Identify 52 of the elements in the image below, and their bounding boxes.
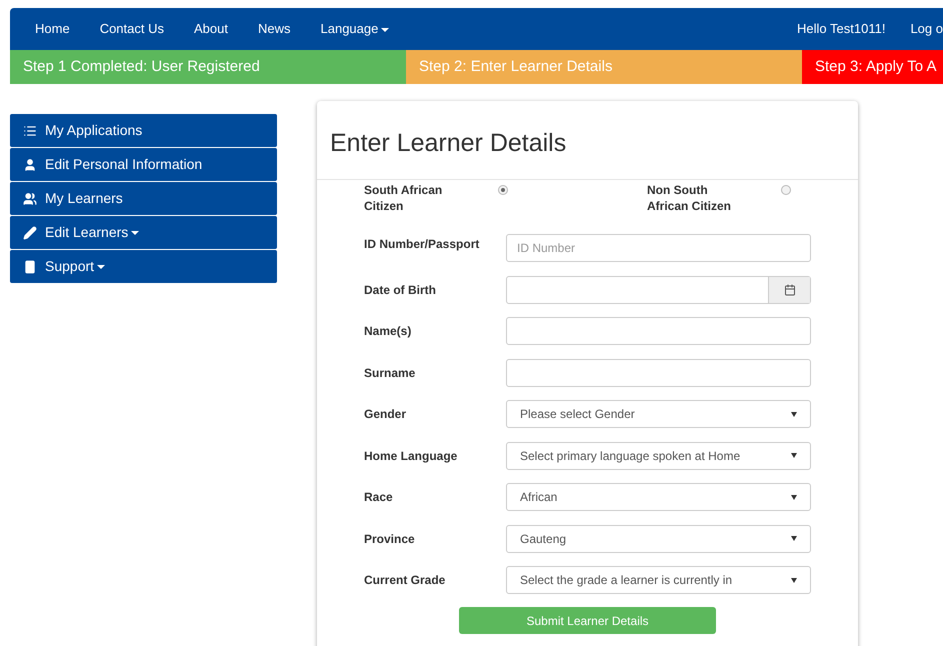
sidebar-item[interactable]: Edit Learners bbox=[10, 216, 277, 249]
select-field[interactable]: Gauteng bbox=[506, 524, 811, 552]
calendar-icon bbox=[784, 284, 796, 296]
form-title: Enter Learner Details bbox=[330, 128, 566, 160]
nav-link[interactable]: About bbox=[179, 8, 243, 50]
dropdown-arrow-icon bbox=[791, 412, 797, 416]
dropdown-arrow-icon bbox=[791, 494, 797, 500]
sidebar-item[interactable]: Edit Personal Information bbox=[10, 148, 277, 181]
step-banner: Step 1 Completed: User Registered bbox=[10, 50, 406, 84]
select-field[interactable]: African bbox=[506, 483, 811, 511]
field-label: Gender bbox=[364, 406, 408, 423]
phone-icon bbox=[23, 260, 37, 274]
nav-link[interactable]: Contact Us bbox=[84, 8, 179, 50]
caret-icon bbox=[381, 28, 390, 32]
step-banner: Step 2: Enter Learner Details bbox=[406, 50, 802, 84]
nav-link[interactable]: Language bbox=[306, 8, 404, 50]
logout-link[interactable]: Log o bbox=[910, 19, 943, 39]
nav-link[interactable]: Home bbox=[20, 8, 85, 50]
date-field[interactable] bbox=[506, 276, 811, 304]
select-field[interactable]: Select the grade a learner is currently in bbox=[506, 566, 811, 594]
caret-icon bbox=[97, 265, 106, 270]
dropdown-arrow-icon bbox=[791, 536, 797, 541]
sidebar-item[interactable]: Support bbox=[10, 250, 277, 283]
field-label: Race bbox=[364, 489, 394, 506]
step-banner: Step 3: Apply To A bbox=[802, 50, 943, 84]
users-icon bbox=[23, 192, 37, 206]
radio-button[interactable] bbox=[498, 185, 508, 195]
nav-link[interactable]: News bbox=[242, 8, 306, 50]
radio-button[interactable] bbox=[781, 185, 791, 195]
sidebar-item[interactable]: My Applications bbox=[10, 114, 277, 147]
field-label: Surname bbox=[364, 364, 416, 382]
field-label: Current Grade bbox=[364, 572, 446, 589]
field-label: Home Language bbox=[364, 448, 458, 464]
radio-label: South African Citizen bbox=[364, 182, 444, 214]
select-field[interactable]: Select primary language spoken at Home bbox=[506, 442, 811, 470]
radio-label: Non South African Citizen bbox=[647, 182, 732, 214]
caret-icon bbox=[131, 231, 140, 236]
text-field[interactable] bbox=[506, 358, 811, 386]
text-field[interactable] bbox=[506, 317, 811, 345]
field-label: Province bbox=[364, 530, 416, 548]
dropdown-arrow-icon bbox=[791, 578, 797, 582]
dropdown-arrow-icon bbox=[791, 453, 797, 458]
select-field[interactable]: Please select Gender bbox=[506, 400, 811, 428]
field-label: Date of Birth bbox=[364, 282, 437, 298]
text-field[interactable]: ID Number bbox=[506, 234, 811, 262]
user-icon bbox=[23, 158, 37, 172]
sidebar-item[interactable]: My Learners bbox=[10, 182, 277, 215]
list-icon bbox=[23, 124, 37, 138]
pencil-icon bbox=[23, 226, 37, 240]
field-label: Name(s) bbox=[364, 323, 412, 340]
field-label: ID Number/Passport bbox=[364, 236, 480, 253]
user-greeting: Hello Test1011! bbox=[797, 20, 886, 38]
